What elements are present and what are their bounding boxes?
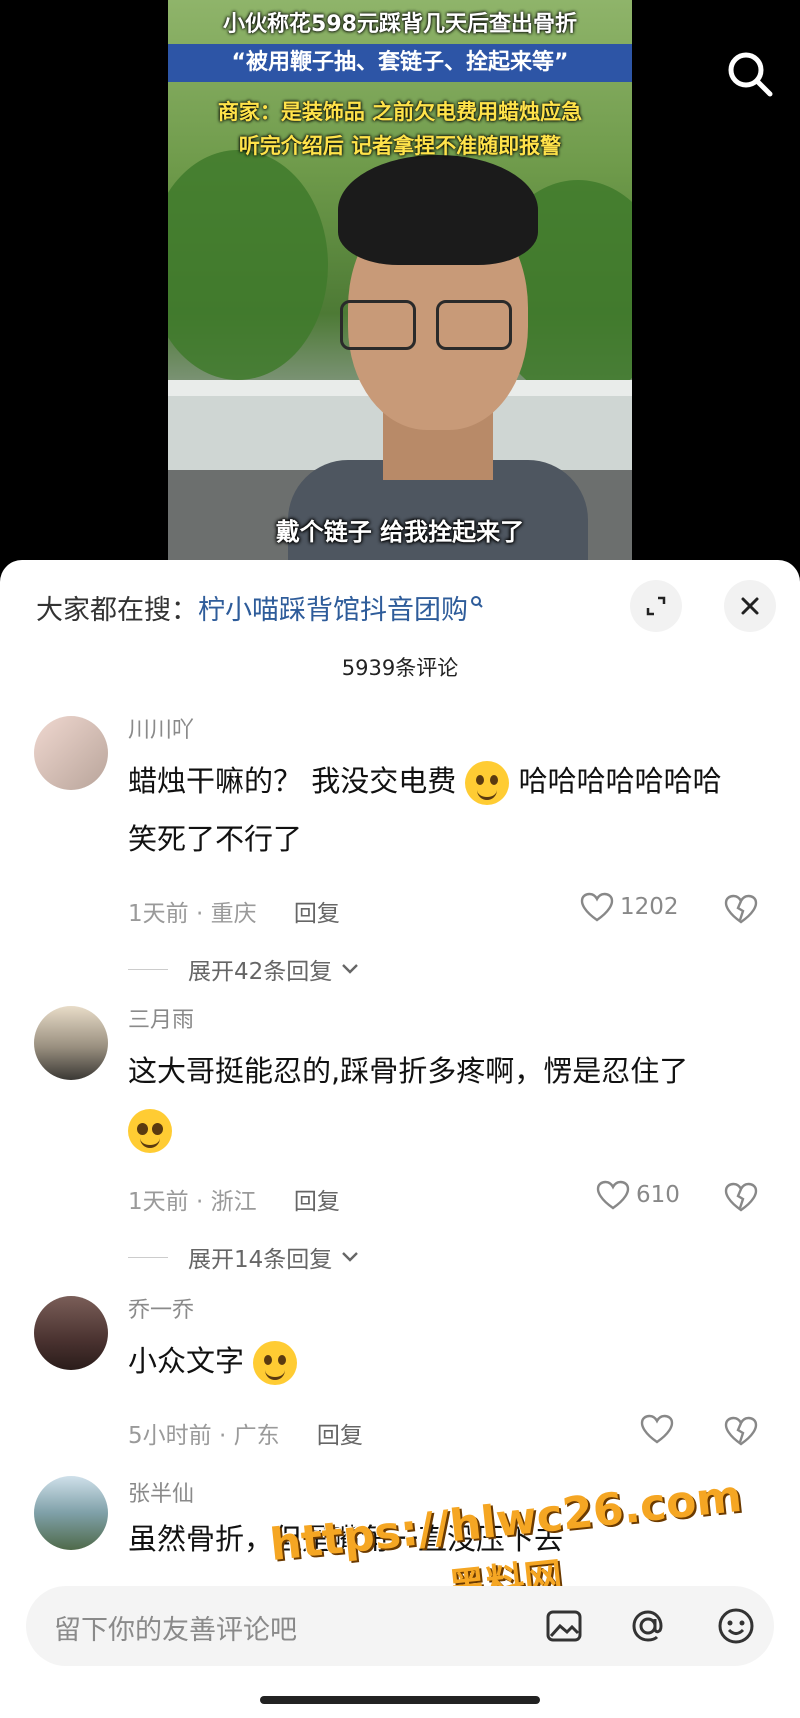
dislike-button[interactable]	[724, 894, 758, 928]
avatar[interactable]	[34, 1476, 108, 1550]
broken-heart-icon	[724, 1416, 758, 1446]
hot-search-bar: 大家都在搜：柠小喵踩背馆抖音团购	[36, 588, 484, 627]
video-player[interactable]: 小伙称花598元踩背几天后查出骨折 “被用鞭子抽、套链子、拴起来等” 商家：是装…	[0, 0, 800, 570]
like-count: 1202	[620, 894, 679, 920]
expand-icon	[646, 596, 666, 616]
comment-input-bar: 留下你的友善评论吧	[26, 1586, 774, 1666]
hot-search-label: 大家都在搜：	[36, 595, 198, 626]
home-indicator[interactable]	[260, 1696, 540, 1704]
comment-location: 广东	[233, 1423, 280, 1449]
broken-heart-icon	[724, 894, 758, 924]
chevron-down-icon	[342, 1252, 359, 1262]
comment-username[interactable]: 川川吖	[128, 712, 194, 744]
close-button[interactable]	[724, 580, 776, 632]
like-button[interactable]: 610	[596, 1180, 680, 1210]
fullscreen-button[interactable]	[630, 580, 682, 632]
comment-time: 1天前	[128, 901, 189, 927]
comment-text-part: 小众文字	[128, 1344, 245, 1378]
comment-username[interactable]: 张半仙	[128, 1476, 194, 1508]
video-frame: 小伙称花598元踩背几天后查出骨折 “被用鞭子抽、套链子、拴起来等” 商家：是装…	[168, 0, 632, 570]
expand-replies-label: 展开42条回复	[188, 959, 333, 985]
comment-text: 小众文字	[128, 1332, 768, 1390]
glasses-right	[436, 300, 512, 350]
comment-text-part: 笑死了不行了	[128, 822, 303, 856]
reply-button[interactable]: 回复	[294, 901, 340, 927]
comment-meta: 1天前 · 重庆 回复	[128, 901, 340, 927]
laughing-crying-emoji-icon	[465, 761, 510, 805]
search-icon	[470, 588, 484, 619]
emoji-icon[interactable]	[712, 1602, 760, 1650]
video-caption-line-4: 听完介绍后 记者拿捏不准随即报警	[238, 134, 562, 158]
comment-item: 川川吖 蜡烛干嘛的？ 我没交电费 哈哈哈哈哈哈哈 笑死了不行了 1天前 · 重庆…	[0, 712, 800, 985]
comment-location: 重庆	[210, 901, 257, 927]
comment-text: 蜡烛干嘛的？ 我没交电费 哈哈哈哈哈哈哈 笑死了不行了	[128, 752, 768, 868]
close-icon	[741, 597, 759, 615]
expand-replies-button[interactable]: 展开14条回复	[128, 1240, 360, 1274]
mention-icon[interactable]	[624, 1602, 672, 1650]
comment-text-part: 哈哈哈哈哈哈哈	[518, 764, 722, 798]
heart-icon	[640, 1414, 674, 1444]
avatar[interactable]	[34, 1296, 108, 1370]
expand-replies-button[interactable]: 展开42条回复	[128, 952, 360, 986]
comment-meta: 5小时前 · 广东 回复	[128, 1423, 363, 1449]
comment-username[interactable]: 三月雨	[128, 1002, 194, 1034]
tree	[168, 150, 328, 380]
reply-button[interactable]: 回复	[317, 1423, 363, 1449]
smiling-emoji-icon	[253, 1341, 298, 1385]
dislike-button[interactable]	[724, 1182, 758, 1216]
reply-button[interactable]: 回复	[294, 1189, 340, 1215]
comment-time: 5小时前	[128, 1423, 212, 1449]
comment-time: 1天前	[128, 1189, 189, 1215]
comment-input[interactable]: 留下你的友善评论吧	[54, 1608, 297, 1647]
comment-text-part: 蜡烛干嘛的？ 我没交电费	[128, 764, 457, 798]
broken-heart-icon	[724, 1182, 758, 1212]
hot-search-term[interactable]: 柠小喵踩背馆抖音团购	[198, 595, 468, 626]
image-icon[interactable]	[540, 1602, 588, 1650]
comment-text-part: 这大哥挺能忍的,踩骨折多疼啊，愣是忍住了	[128, 1054, 689, 1088]
comment-item: 乔一乔 小众文字 5小时前 · 广东 回复	[0, 1292, 800, 1462]
avatar[interactable]	[34, 1006, 108, 1080]
video-subtitle: 戴个链子 给我拴起来了	[275, 518, 525, 546]
glasses-left	[340, 300, 416, 350]
avatar[interactable]	[34, 716, 108, 790]
comment-item: 三月雨 这大哥挺能忍的,踩骨折多疼啊，愣是忍住了 1天前 · 浙江 回复 610…	[0, 1002, 800, 1273]
comment-text: 这大哥挺能忍的,踩骨折多疼啊，愣是忍住了	[128, 1042, 768, 1158]
like-count: 610	[636, 1182, 680, 1208]
video-caption-line-3: 商家：是装饰品 之前欠电费用蜡烛应急	[217, 100, 583, 124]
heart-icon	[580, 892, 614, 922]
comment-username[interactable]: 乔一乔	[128, 1292, 194, 1324]
comment-count: 5939条评论	[341, 656, 459, 680]
video-caption-line-1: 小伙称花598元踩背几天后查出骨折	[223, 12, 577, 37]
expand-replies-label: 展开14条回复	[188, 1247, 333, 1273]
chevron-down-icon	[342, 964, 359, 974]
search-icon[interactable]	[720, 44, 780, 104]
dislike-button[interactable]	[724, 1416, 758, 1450]
heart-icon	[596, 1180, 630, 1210]
like-button[interactable]: 1202	[580, 892, 679, 922]
comment-meta: 1天前 · 浙江 回复	[128, 1189, 340, 1215]
like-button[interactable]	[640, 1414, 674, 1444]
video-caption-line-2: “被用鞭子抽、套链子、拴起来等”	[168, 44, 632, 82]
person-hair	[338, 155, 538, 265]
pleading-emoji-icon	[128, 1109, 172, 1153]
comment-location: 浙江	[210, 1189, 257, 1215]
